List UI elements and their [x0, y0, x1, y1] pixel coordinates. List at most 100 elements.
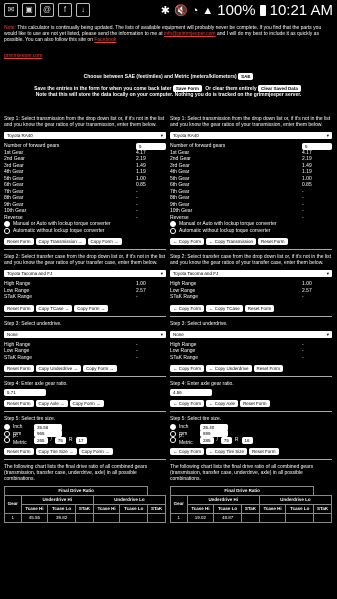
form-button[interactable]: Reset Form: [4, 400, 34, 407]
radio-icon[interactable]: [170, 437, 176, 444]
tcase-value[interactable]: 1.00: [302, 281, 332, 287]
transmission-select[interactable]: Toyota RA40: [170, 132, 332, 139]
gear-value[interactable]: -: [136, 215, 166, 221]
tcase-value[interactable]: 2.57: [136, 288, 166, 294]
form-button[interactable]: ← Copy Form: [170, 238, 205, 245]
gear-value[interactable]: 0.85: [302, 182, 332, 188]
gears-count-select[interactable]: 5: [136, 142, 166, 150]
form-button[interactable]: Reset Form: [4, 238, 34, 245]
radio-icon[interactable]: [170, 430, 176, 437]
site-link[interactable]: grimmjeeper.com: [4, 53, 42, 59]
tcase-value[interactable]: -: [136, 294, 166, 300]
form-button[interactable]: Reset Form: [240, 400, 270, 407]
pmetric-aspect[interactable]: 75: [54, 436, 66, 444]
underdrive-select[interactable]: None: [4, 330, 166, 338]
pmetric-rim[interactable]: 17: [75, 436, 87, 444]
gear-value[interactable]: -: [136, 208, 166, 214]
radio-icon[interactable]: [4, 424, 10, 431]
pmetric-width[interactable]: 265: [34, 436, 48, 444]
gear-value[interactable]: 1.00: [136, 176, 166, 182]
radio-icon[interactable]: [170, 221, 176, 228]
facebook-link[interactable]: Facebook: [94, 37, 116, 43]
form-button[interactable]: ← Copy Form: [170, 365, 205, 372]
gear-value[interactable]: -: [136, 202, 166, 208]
pmetric-aspect[interactable]: 75: [220, 436, 232, 444]
divider: [170, 315, 332, 317]
form-button[interactable]: ← Copy TCase: [206, 304, 243, 312]
gear-value[interactable]: -: [136, 189, 166, 195]
table-cell: 48.87: [213, 512, 243, 523]
pmetric-rim[interactable]: 16: [241, 436, 253, 444]
gear-value[interactable]: 0.85: [136, 182, 166, 188]
form-button[interactable]: Copy Form →: [74, 304, 109, 312]
form-button[interactable]: Copy Transmission →: [35, 238, 86, 245]
tcase-value[interactable]: -: [302, 294, 332, 300]
gear-value[interactable]: -: [302, 202, 332, 208]
gear-value[interactable]: -: [302, 215, 332, 221]
form-button[interactable]: Copy Tire Size →: [35, 447, 77, 455]
gears-count-select[interactable]: 5: [302, 142, 332, 150]
tcase-value[interactable]: 1.00: [136, 281, 166, 287]
gears-count-label: Number of forward gears: [170, 143, 226, 150]
tcase-select[interactable]: Toyota Tacoma and FJ: [170, 270, 332, 277]
gear-value[interactable]: 1.19: [302, 169, 332, 175]
form-button[interactable]: Reset Form: [4, 447, 34, 455]
auto-option[interactable]: Automatic without lockup toque converter: [4, 227, 166, 235]
form-button[interactable]: ← Copy Tire Size: [206, 447, 248, 455]
form-button[interactable]: Copy Form →: [78, 447, 113, 455]
save-form-button[interactable]: Save Form: [172, 85, 202, 92]
radio-icon[interactable]: [4, 430, 10, 437]
form-button[interactable]: Reset Form: [244, 304, 275, 312]
gear-value[interactable]: -: [302, 208, 332, 214]
form-button[interactable]: ← Copy Axle: [206, 400, 239, 407]
form-button[interactable]: Copy TCase →: [35, 304, 73, 312]
tcase-value[interactable]: 2.57: [302, 288, 332, 294]
radio-icon[interactable]: [4, 227, 10, 234]
form-button[interactable]: Reset Form: [4, 304, 34, 312]
form-button[interactable]: ← Copy Form: [170, 304, 205, 312]
gear-value[interactable]: 1.00: [302, 176, 332, 182]
download-icon: ↓: [76, 3, 90, 17]
units-select[interactable]: SAE: [238, 73, 254, 80]
gear-value[interactable]: 2.19: [136, 156, 166, 162]
gear-value[interactable]: -: [136, 195, 166, 201]
axle-input[interactable]: 5.71: [4, 389, 46, 396]
button-row: Reset Form Copy Axle → Copy Form →: [4, 400, 166, 407]
axle-input[interactable]: 4.56: [170, 389, 212, 396]
form-button[interactable]: Copy Underdrive →: [35, 365, 82, 372]
radio-icon[interactable]: [4, 437, 10, 444]
form-button[interactable]: Reset Form: [4, 365, 34, 372]
form-button[interactable]: Reset Form: [249, 447, 279, 455]
gear-value[interactable]: 4.17: [302, 150, 332, 156]
form-button[interactable]: Reset Form: [258, 238, 288, 245]
form-button[interactable]: ← Copy Transmission: [206, 238, 257, 245]
radio-icon[interactable]: [4, 221, 10, 228]
gear-value[interactable]: 1.19: [136, 169, 166, 175]
email-link[interactable]: info@grimmjeeper.com: [164, 31, 215, 37]
auto-option[interactable]: Automatic without lockup toque converter: [170, 227, 332, 235]
gear-value[interactable]: 2.19: [302, 156, 332, 162]
form-button[interactable]: Reset Form: [253, 365, 284, 372]
clear-saved-data-button[interactable]: Clear Saved Data: [258, 85, 301, 92]
pmetric-option[interactable]: P-Metric 285/75 R 16: [170, 434, 332, 446]
radio-icon[interactable]: [170, 424, 176, 431]
pmetric-width[interactable]: 285: [200, 436, 214, 444]
form-button[interactable]: ← Copy Underdrive: [206, 365, 252, 372]
form-button[interactable]: ← Copy Form: [170, 400, 205, 407]
gear-value[interactable]: 1.49: [302, 163, 332, 169]
pmetric-option[interactable]: P-Metric 265/75 R 17: [4, 434, 166, 446]
gear-value[interactable]: 4.17: [136, 150, 166, 156]
form-button[interactable]: Copy Form →: [87, 238, 122, 245]
radio-icon[interactable]: [170, 227, 176, 234]
underdrive-select[interactable]: None: [170, 330, 332, 338]
transmission-select[interactable]: Toyota RA40: [4, 132, 166, 139]
form-button[interactable]: Copy Form →: [69, 400, 104, 407]
gear-value[interactable]: 1.49: [136, 163, 166, 169]
form-button[interactable]: Copy Axle →: [35, 400, 68, 407]
gear-value[interactable]: -: [302, 195, 332, 201]
table-row: 1 45.55 39.82: [4, 512, 166, 523]
form-button[interactable]: ← Copy Form: [170, 447, 205, 455]
form-button[interactable]: Copy Form →: [83, 365, 118, 372]
tcase-select[interactable]: Toyota Tacoma and FJ: [4, 270, 166, 277]
gear-value[interactable]: -: [302, 189, 332, 195]
